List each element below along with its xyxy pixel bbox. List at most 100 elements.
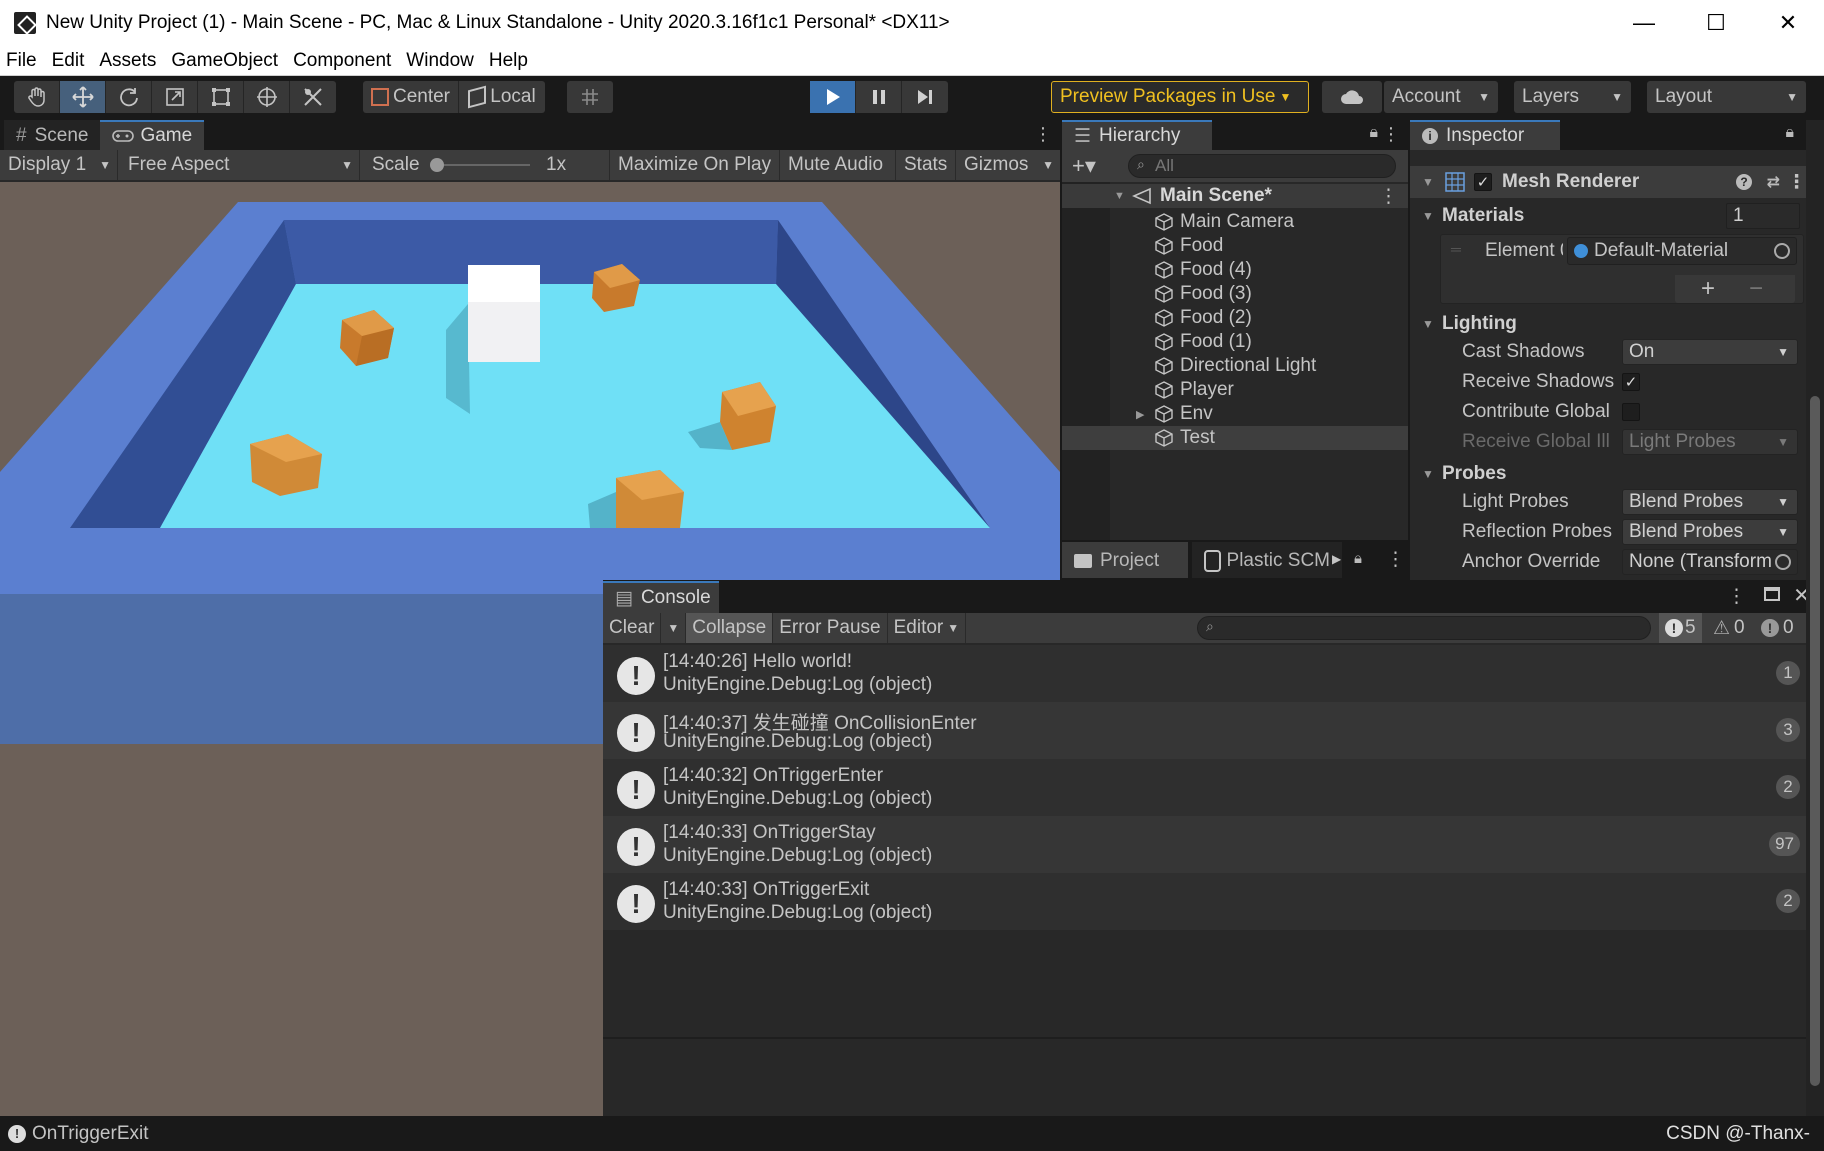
editor-dropdown[interactable]: Editor ▼: [888, 613, 967, 643]
menu-assets[interactable]: Assets: [99, 50, 156, 72]
tab-project[interactable]: Project: [1062, 542, 1188, 578]
mesh-renderer-header[interactable]: ▼ ✓ Mesh Renderer ? ⇄ ⋮: [1410, 166, 1824, 198]
info-count-toggle[interactable]: ! 5: [1659, 613, 1702, 643]
close-button[interactable]: ✕: [1752, 0, 1824, 46]
element-material-field[interactable]: Default-Material: [1567, 237, 1797, 265]
help-icon[interactable]: ?: [1736, 174, 1752, 190]
collapse-toggle[interactable]: Collapse: [686, 613, 774, 643]
rect-tool-icon[interactable]: [198, 81, 244, 113]
more-options-icon[interactable]: ⋮: [1382, 124, 1400, 145]
step-button[interactable]: [902, 81, 948, 113]
more-options-icon[interactable]: ⋮: [1034, 124, 1052, 145]
reflection-probes-dropdown[interactable]: Blend Probes ▼: [1622, 519, 1798, 545]
rotate-tool-icon[interactable]: [106, 81, 152, 113]
chevron-right-icon[interactable]: ▶: [1332, 552, 1341, 566]
maximize-button[interactable]: ☐: [1680, 0, 1752, 46]
menu-window[interactable]: Window: [406, 50, 474, 72]
add-element-button[interactable]: +: [1701, 275, 1715, 303]
materials-size-field[interactable]: 1: [1726, 203, 1800, 229]
transform-tool-icon[interactable]: [244, 81, 290, 113]
hand-tool-icon[interactable]: [14, 81, 60, 113]
lighting-row[interactable]: ▼ Lighting: [1410, 310, 1824, 338]
pause-button[interactable]: [856, 81, 902, 113]
hierarchy-item[interactable]: Food (1): [1062, 330, 1408, 354]
lock-icon[interactable]: 🔒︎: [1354, 550, 1362, 567]
scale-slider[interactable]: [430, 158, 530, 172]
preset-icon[interactable]: ⇄: [1767, 172, 1780, 192]
cloud-button[interactable]: [1322, 81, 1382, 113]
inspector-scrollbar[interactable]: [1806, 120, 1824, 1116]
materials-row[interactable]: ▼ Materials 1: [1410, 202, 1824, 230]
error-pause-toggle[interactable]: Error Pause: [773, 613, 888, 643]
lock-icon[interactable]: 🔒︎: [1369, 124, 1378, 142]
contribute-gi-checkbox[interactable]: [1622, 403, 1640, 421]
hierarchy-item[interactable]: Food (4): [1062, 258, 1408, 282]
layers-dropdown[interactable]: Layers ▼: [1514, 81, 1631, 113]
more-options-icon[interactable]: ⋮: [1787, 171, 1806, 194]
status-message[interactable]: OnTriggerExit: [32, 1123, 149, 1145]
hierarchy-item[interactable]: Directional Light: [1062, 354, 1408, 378]
log-entry[interactable]: ! [14:40:37] 发生碰撞 OnCollisionEnter Unity…: [603, 702, 1824, 759]
hierarchy-search-input[interactable]: ⌕ All: [1128, 154, 1396, 178]
clear-button[interactable]: Clear: [603, 613, 662, 643]
hierarchy-item[interactable]: Main Camera: [1062, 210, 1408, 234]
cast-shadows-dropdown[interactable]: On ▼: [1622, 339, 1798, 365]
tab-console[interactable]: ▤ Console: [603, 581, 719, 613]
console-search-input[interactable]: ⌕: [1197, 616, 1651, 640]
hierarchy-item[interactable]: Player: [1062, 378, 1408, 402]
add-object-button[interactable]: +▾: [1072, 153, 1096, 179]
more-options-icon[interactable]: ⋮: [1386, 548, 1405, 571]
hierarchy-item[interactable]: Food (2): [1062, 306, 1408, 330]
hierarchy-item[interactable]: ▶ Env: [1062, 402, 1408, 426]
gizmos-dropdown[interactable]: Gizmos ▼: [958, 150, 1060, 180]
lock-icon[interactable]: 🔒︎: [1785, 124, 1794, 142]
hierarchy-item[interactable]: Test: [1062, 426, 1408, 450]
maximize-on-play-toggle[interactable]: Maximize On Play: [612, 150, 780, 180]
more-options-icon[interactable]: ⋮: [1379, 185, 1398, 208]
menu-file[interactable]: File: [6, 50, 37, 72]
error-count-toggle[interactable]: ! 0: [1755, 613, 1800, 643]
display-dropdown[interactable]: Display 1 ▼: [0, 150, 118, 180]
more-options-icon[interactable]: ⋮: [1727, 585, 1746, 608]
mesh-renderer-enabled-checkbox[interactable]: ✓: [1474, 173, 1492, 191]
log-entry[interactable]: ! [14:40:33] OnTriggerExit UnityEngine.D…: [603, 873, 1824, 930]
tab-plastic-scm[interactable]: Plastic SCM: [1192, 542, 1342, 578]
minimize-button[interactable]: —: [1608, 0, 1680, 46]
menu-gameobject[interactable]: GameObject: [171, 50, 278, 72]
preview-packages-button[interactable]: Preview Packages in Use ▼: [1051, 81, 1309, 113]
tab-inspector[interactable]: i Inspector: [1410, 120, 1560, 150]
anchor-override-field[interactable]: None (Transform: [1622, 549, 1798, 575]
stats-toggle[interactable]: Stats: [898, 150, 956, 180]
hierarchy-scene-row[interactable]: ▼ Main Scene* ⋮: [1062, 184, 1408, 208]
foldout-closed-icon[interactable]: ▶: [1136, 408, 1144, 421]
menu-help[interactable]: Help: [489, 50, 528, 72]
drag-handle-icon[interactable]: ═: [1451, 241, 1461, 257]
layout-dropdown[interactable]: Layout ▼: [1647, 81, 1806, 113]
scrollbar-thumb[interactable]: [1810, 396, 1820, 1086]
account-dropdown[interactable]: Account ▼: [1384, 81, 1498, 113]
mute-audio-toggle[interactable]: Mute Audio: [782, 150, 896, 180]
pivot-center-button[interactable]: Center: [363, 81, 459, 113]
object-picker-icon[interactable]: [1774, 243, 1790, 259]
remove-element-button[interactable]: −: [1749, 275, 1763, 303]
light-probes-dropdown[interactable]: Blend Probes ▼: [1622, 489, 1798, 515]
scale-slider-thumb[interactable]: [430, 158, 444, 172]
warning-count-toggle[interactable]: ⚠ 0: [1707, 613, 1751, 643]
grid-snap-icon[interactable]: [567, 81, 613, 113]
log-entry[interactable]: ! [14:40:32] OnTriggerEnter UnityEngine.…: [603, 759, 1824, 816]
tab-scene[interactable]: # Scene: [4, 120, 101, 150]
move-tool-icon[interactable]: [60, 81, 106, 113]
hierarchy-item[interactable]: Food: [1062, 234, 1408, 258]
maximize-icon[interactable]: [1764, 587, 1780, 601]
aspect-dropdown[interactable]: Free Aspect ▼: [120, 150, 360, 180]
log-entry[interactable]: ! [14:40:33] OnTriggerStay UnityEngine.D…: [603, 816, 1824, 873]
probes-row[interactable]: ▼ Probes: [1410, 460, 1824, 488]
hierarchy-item[interactable]: Food (3): [1062, 282, 1408, 306]
scale-tool-icon[interactable]: [152, 81, 198, 113]
menu-component[interactable]: Component: [293, 50, 391, 72]
tab-hierarchy[interactable]: ☰ Hierarchy: [1062, 120, 1212, 150]
pivot-local-button[interactable]: Local: [459, 81, 545, 113]
play-button[interactable]: [810, 81, 856, 113]
tab-game[interactable]: Game: [100, 120, 205, 150]
log-entry[interactable]: ! [14:40:26] Hello world! UnityEngine.De…: [603, 645, 1824, 702]
